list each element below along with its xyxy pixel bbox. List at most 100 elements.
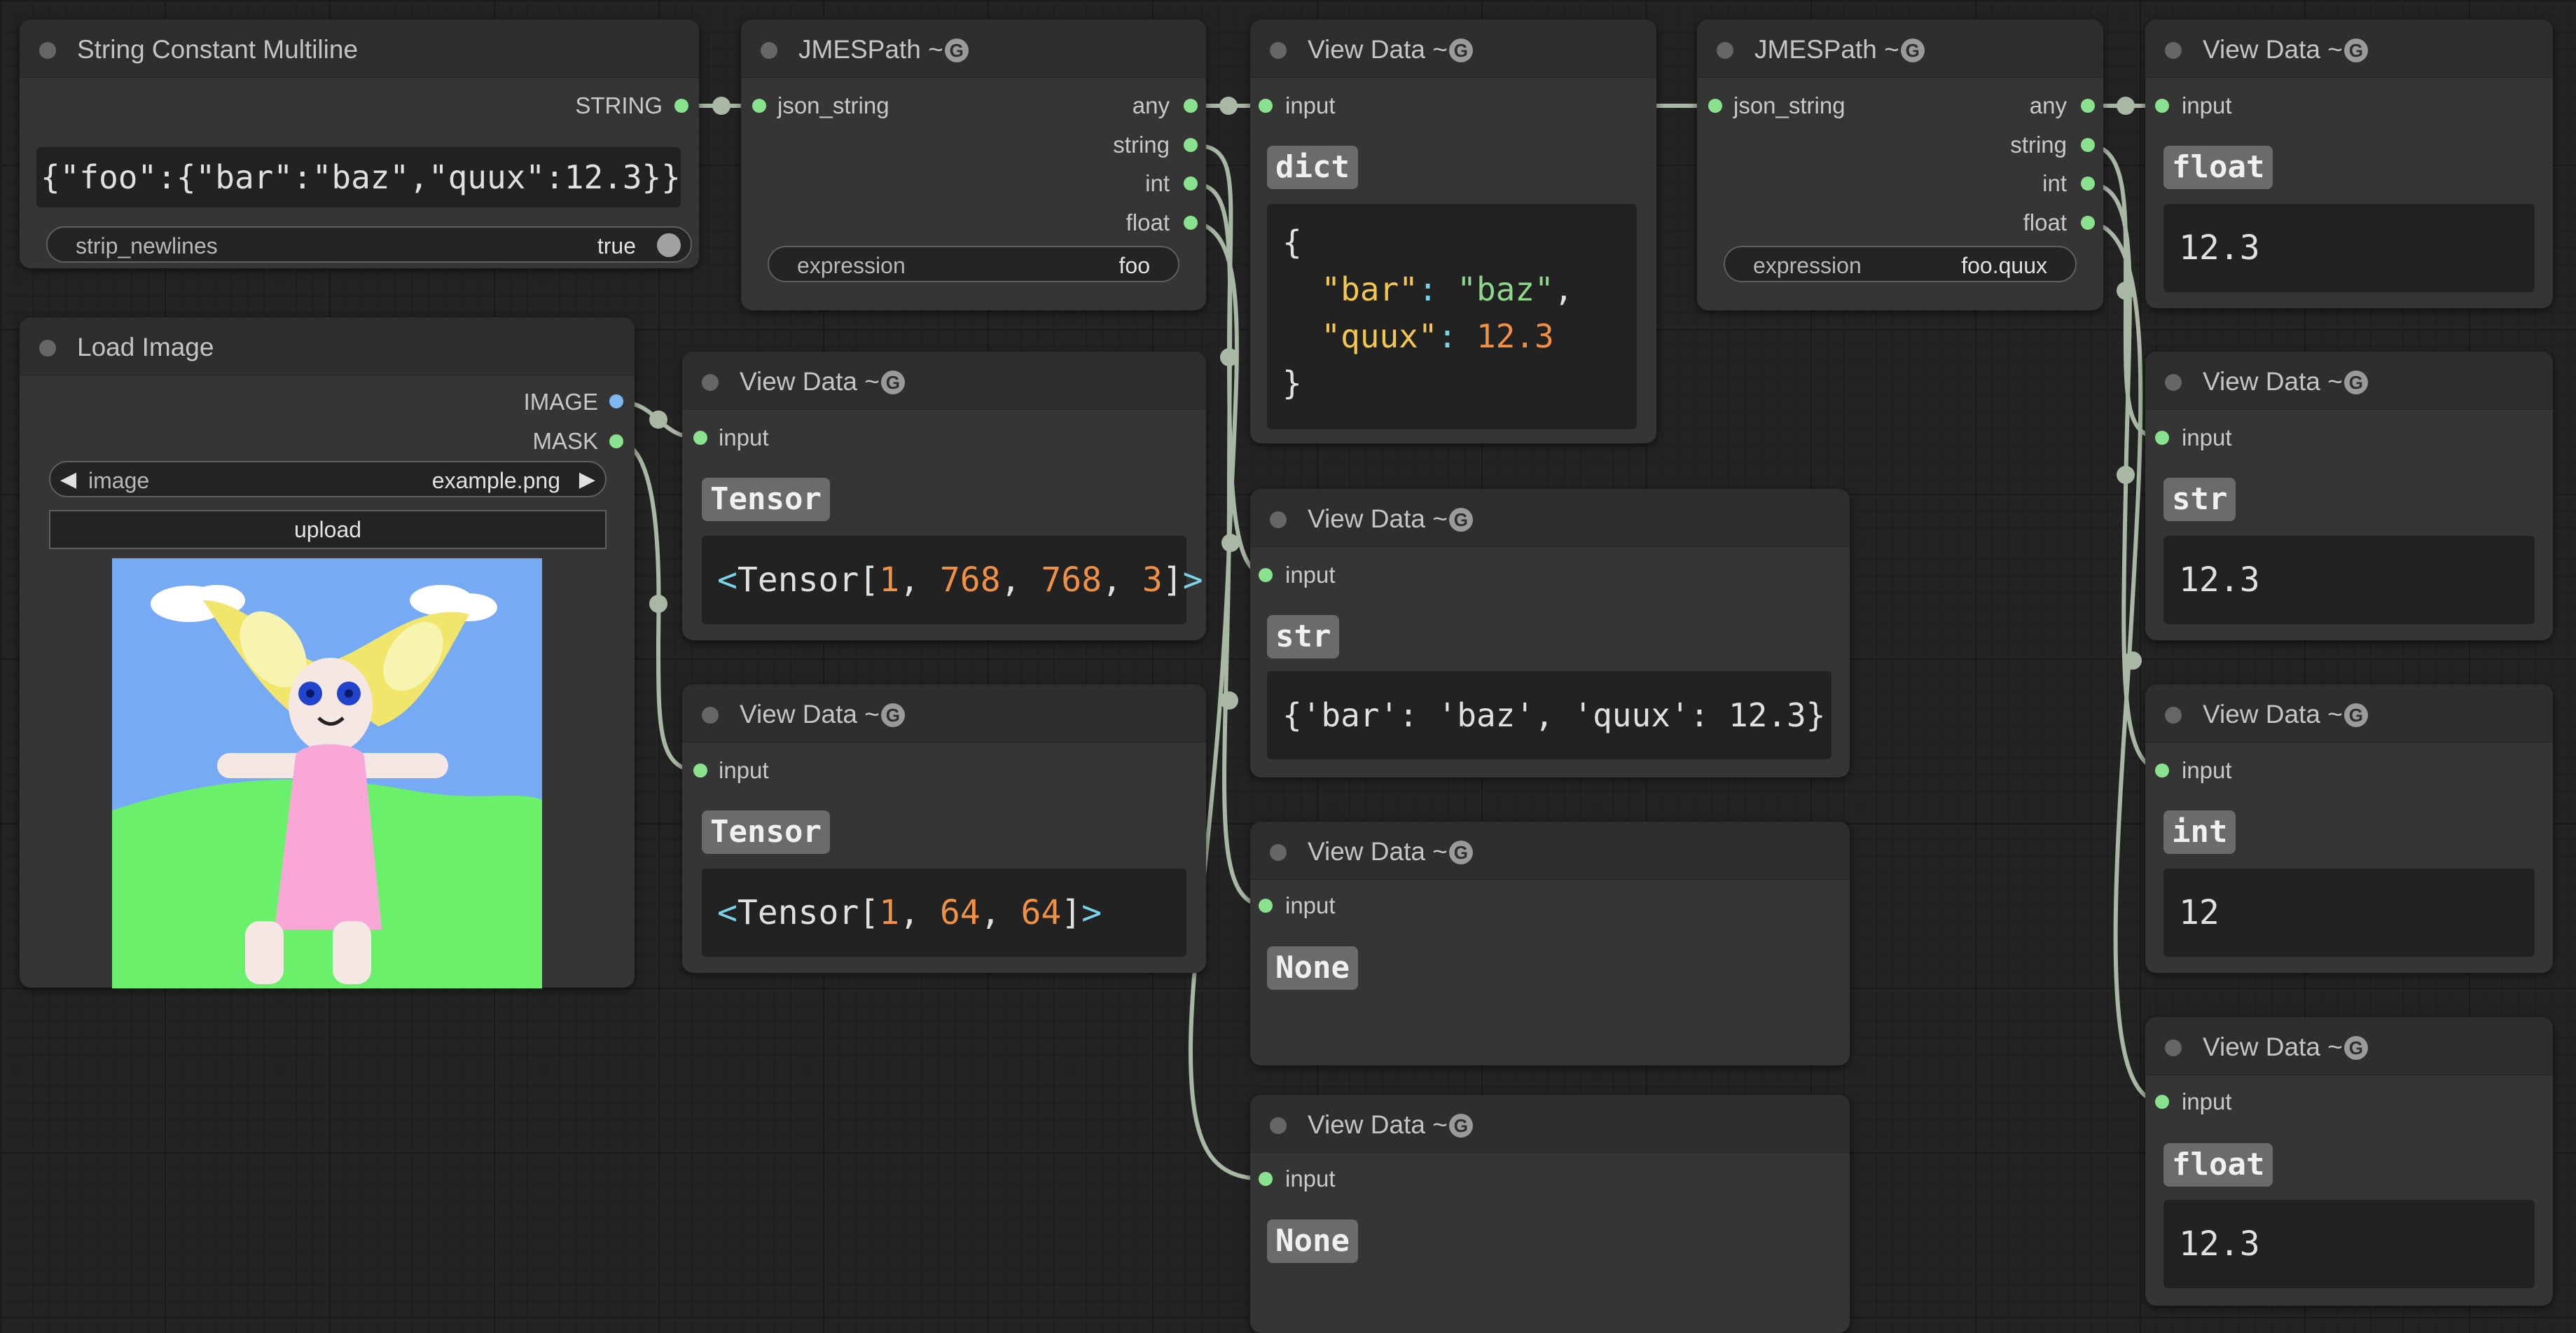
node-title: View Data ~ G <box>2203 35 2368 64</box>
node-jmespath-1[interactable]: JMESPath ~ G json_string any string int f… <box>741 20 1206 310</box>
node-header[interactable]: View Data ~ G <box>1250 20 1656 78</box>
input-pin[interactable] <box>693 764 707 778</box>
collapse-dot[interactable] <box>1270 42 1287 59</box>
input-label: input <box>1285 892 1336 918</box>
output-pin-int[interactable] <box>2081 177 2095 191</box>
input-pin[interactable] <box>1259 99 1273 113</box>
output-pin-float[interactable] <box>2081 216 2095 230</box>
output-pin-image[interactable] <box>609 394 623 408</box>
collapse-dot[interactable] <box>2165 374 2182 391</box>
tensor-output: <Tensor[1, 64, 64]> <box>702 869 1186 957</box>
g-circle-icon: G <box>2343 39 2368 62</box>
collapse-dot[interactable] <box>1270 844 1287 861</box>
collapse-dot[interactable] <box>1717 42 1733 59</box>
node-header[interactable]: JMESPath ~ G <box>1697 20 2103 78</box>
combo-label: image <box>88 468 150 493</box>
node-header[interactable]: View Data ~ G <box>1250 489 1850 547</box>
node-view-data-str-dict[interactable]: View Data ~ G input str {'bar': 'baz', 'q… <box>1250 489 1850 778</box>
node-header[interactable]: String Constant Multiline <box>20 20 699 78</box>
output-pin-string[interactable] <box>1184 138 1198 152</box>
upload-button[interactable]: upload <box>49 510 607 549</box>
collapse-dot[interactable] <box>39 42 56 59</box>
output-pin-any[interactable] <box>2081 99 2095 113</box>
node-header[interactable]: View Data ~ G <box>682 352 1206 410</box>
expression-field[interactable]: expression foo.quux <box>1724 246 2077 282</box>
collapse-dot[interactable] <box>1270 1117 1287 1134</box>
node-view-data-float-2[interactable]: View Data ~ G input float 12.3 <box>2145 1017 2553 1306</box>
node-string-constant-multiline[interactable]: String Constant Multiline STRING {"foo":… <box>20 20 699 268</box>
node-header[interactable]: View Data ~ G <box>1250 1095 1850 1153</box>
collapse-dot[interactable] <box>702 707 719 724</box>
node-view-data-tensor-mask[interactable]: View Data ~ G input Tensor <Tensor[1, 64,… <box>682 684 1206 973</box>
arrow-left-icon[interactable]: ◀ <box>60 467 76 492</box>
image-combo[interactable]: ◀ image example.png ▶ <box>49 461 607 497</box>
collapse-dot[interactable] <box>2165 42 2182 59</box>
output-pin-string[interactable] <box>674 99 688 113</box>
str-output: 12.3 <box>2163 536 2535 624</box>
output-pin-mask[interactable] <box>609 434 623 448</box>
toggle-value: true <box>597 233 636 258</box>
input-pin[interactable] <box>693 431 707 445</box>
input-pin[interactable] <box>1259 1172 1273 1186</box>
token-gt: > <box>1081 893 1102 932</box>
node-title: View Data ~ G <box>1308 35 1473 64</box>
node-header[interactable]: View Data ~ G <box>2145 684 2553 743</box>
token-lt: < <box>717 893 738 932</box>
input-pin[interactable] <box>1259 899 1273 913</box>
node-header[interactable]: View Data ~ G <box>682 684 1206 743</box>
output-label-any: any <box>1132 92 1170 118</box>
input-pin[interactable] <box>2155 99 2169 113</box>
node-view-data-dict[interactable]: View Data ~ G input dict { "bar": "baz", … <box>1250 20 1656 443</box>
node-header[interactable]: View Data ~ G <box>2145 1017 2553 1075</box>
node-header[interactable]: Load Image <box>20 317 635 375</box>
type-badge: str <box>2163 478 2236 521</box>
node-view-data-tensor-image[interactable]: View Data ~ G input Tensor <Tensor[1, 768… <box>682 352 1206 640</box>
input-label: input <box>1285 92 1336 118</box>
g-circle-icon: G <box>2343 703 2368 727</box>
node-load-image[interactable]: Load Image IMAGE MASK ◀ image example.pn… <box>20 317 635 988</box>
g-circle-icon: G <box>880 703 905 727</box>
collapse-dot[interactable] <box>39 340 56 357</box>
input-pin-json-string[interactable] <box>752 99 766 113</box>
input-pin[interactable] <box>2155 431 2169 445</box>
node-view-data-none-1[interactable]: View Data ~ G input None <box>1250 822 1850 1065</box>
node-view-data-none-2[interactable]: View Data ~ G input None <box>1250 1095 1850 1333</box>
collapse-dot[interactable] <box>761 42 777 59</box>
node-view-data-str-2[interactable]: View Data ~ G input str 12.3 <box>2145 352 2553 640</box>
token-dim: 768 <box>939 560 1001 600</box>
type-badge: None <box>1267 946 1358 990</box>
node-header[interactable]: JMESPath ~ G <box>741 20 1206 78</box>
input-label: input <box>719 424 769 450</box>
input-pin[interactable] <box>2155 764 2169 778</box>
output-label-int: int <box>2042 170 2067 196</box>
node-view-data-float-1[interactable]: View Data ~ G input float 12.3 <box>2145 20 2553 308</box>
output-pin-any[interactable] <box>1184 99 1198 113</box>
json-colon: : <box>1418 270 1457 308</box>
token-name: Tensor[ <box>737 893 880 932</box>
collapse-dot[interactable] <box>702 374 719 391</box>
arrow-right-icon[interactable]: ▶ <box>579 467 595 492</box>
json-string: "baz" <box>1457 270 1554 308</box>
strip-newlines-toggle[interactable]: strip_newlines true <box>46 226 692 263</box>
input-pin[interactable] <box>2155 1095 2169 1109</box>
expression-field[interactable]: expression foo <box>768 246 1179 282</box>
node-view-data-int[interactable]: View Data ~ G input int 12 <box>2145 684 2553 973</box>
token-dim: 64 <box>939 893 981 932</box>
output-pin-float[interactable] <box>1184 216 1198 230</box>
node-jmespath-2[interactable]: JMESPath ~ G json_string any string int f… <box>1697 20 2103 310</box>
node-header[interactable]: View Data ~ G <box>1250 822 1850 880</box>
output-pin-int[interactable] <box>1184 177 1198 191</box>
node-title-text: View Data ~ <box>1308 1110 1448 1139</box>
node-header[interactable]: View Data ~ G <box>2145 20 2553 78</box>
node-header[interactable]: View Data ~ G <box>2145 352 2553 410</box>
output-pin-string[interactable] <box>2081 138 2095 152</box>
input-pin-json-string[interactable] <box>1708 99 1722 113</box>
collapse-dot[interactable] <box>2165 1040 2182 1056</box>
input-label: input <box>2182 757 2232 783</box>
token-rb: ] <box>1162 560 1183 600</box>
input-label: input <box>1285 562 1336 588</box>
input-pin[interactable] <box>1259 568 1273 582</box>
multiline-text-input[interactable]: {"foo":{"bar":"baz","quux":12.3}} <box>36 147 681 207</box>
collapse-dot[interactable] <box>2165 707 2182 724</box>
collapse-dot[interactable] <box>1270 511 1287 528</box>
